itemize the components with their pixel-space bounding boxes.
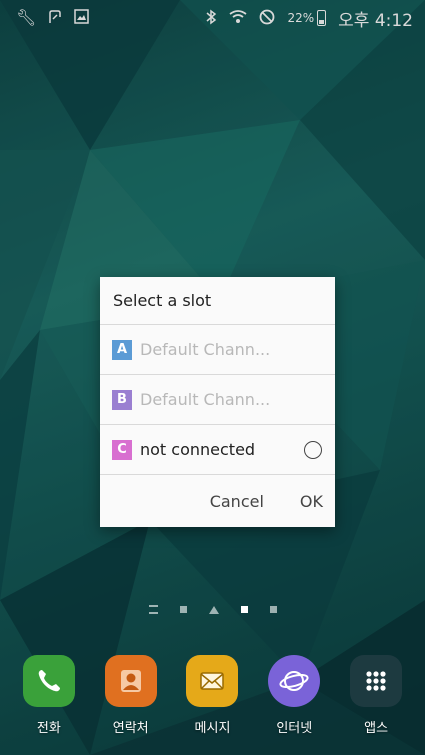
dock-item-messages[interactable]: 메시지 bbox=[177, 655, 247, 736]
slot-c-label: not connected bbox=[140, 440, 256, 459]
slot-row-b: B Default Chann... bbox=[100, 375, 335, 425]
slot-c-radio[interactable] bbox=[304, 440, 322, 459]
page-indicator-dot-1[interactable] bbox=[179, 606, 187, 613]
dock-label-internet: 인터넷 bbox=[276, 721, 313, 736]
slot-b-badge: B bbox=[112, 389, 132, 410]
slot-a-badge: A bbox=[112, 339, 132, 360]
dock-label-phone: 전화 bbox=[36, 721, 61, 736]
slot-c-badge: C bbox=[112, 439, 132, 460]
page-indicator-menu[interactable] bbox=[148, 605, 158, 614]
dock-item-phone[interactable]: 전화 bbox=[14, 655, 84, 736]
dock-item-apps[interactable]: 앱스 bbox=[341, 655, 411, 736]
page-indicator-home[interactable] bbox=[208, 605, 219, 614]
dock-label-apps: 앱스 bbox=[364, 721, 389, 736]
phone-icon[interactable] bbox=[22, 655, 75, 707]
internet-icon[interactable] bbox=[268, 655, 321, 707]
slot-row-a: A Default Chann... bbox=[100, 325, 335, 375]
dock-item-internet[interactable]: 인터넷 bbox=[259, 655, 329, 736]
dialog-title: Select a slot bbox=[100, 277, 335, 325]
dock: 전화 연락처 메시지 인터넷 앱스 bbox=[0, 655, 425, 736]
dialog-actions: Cancel OK bbox=[100, 475, 335, 527]
page-indicator-dot-active[interactable] bbox=[240, 606, 248, 613]
dock-label-messages: 메시지 bbox=[194, 721, 231, 736]
dock-item-contacts[interactable]: 연락처 bbox=[96, 655, 166, 736]
page-indicator-dot-4[interactable] bbox=[269, 606, 277, 613]
slot-b-label: Default Chann... bbox=[140, 390, 271, 409]
page-indicator[interactable] bbox=[0, 605, 425, 614]
apps-icon[interactable] bbox=[350, 655, 403, 707]
slot-row-c[interactable]: C not connected bbox=[100, 425, 335, 475]
messages-icon[interactable] bbox=[186, 655, 239, 707]
dock-label-contacts: 연락처 bbox=[112, 721, 149, 736]
slot-a-label: Default Chann... bbox=[140, 340, 271, 359]
select-slot-dialog: Select a slot A Default Chann... B Defau… bbox=[100, 277, 335, 527]
cancel-button[interactable]: Cancel bbox=[210, 492, 264, 511]
ok-button[interactable]: OK bbox=[300, 492, 323, 511]
contacts-icon[interactable] bbox=[104, 655, 157, 707]
